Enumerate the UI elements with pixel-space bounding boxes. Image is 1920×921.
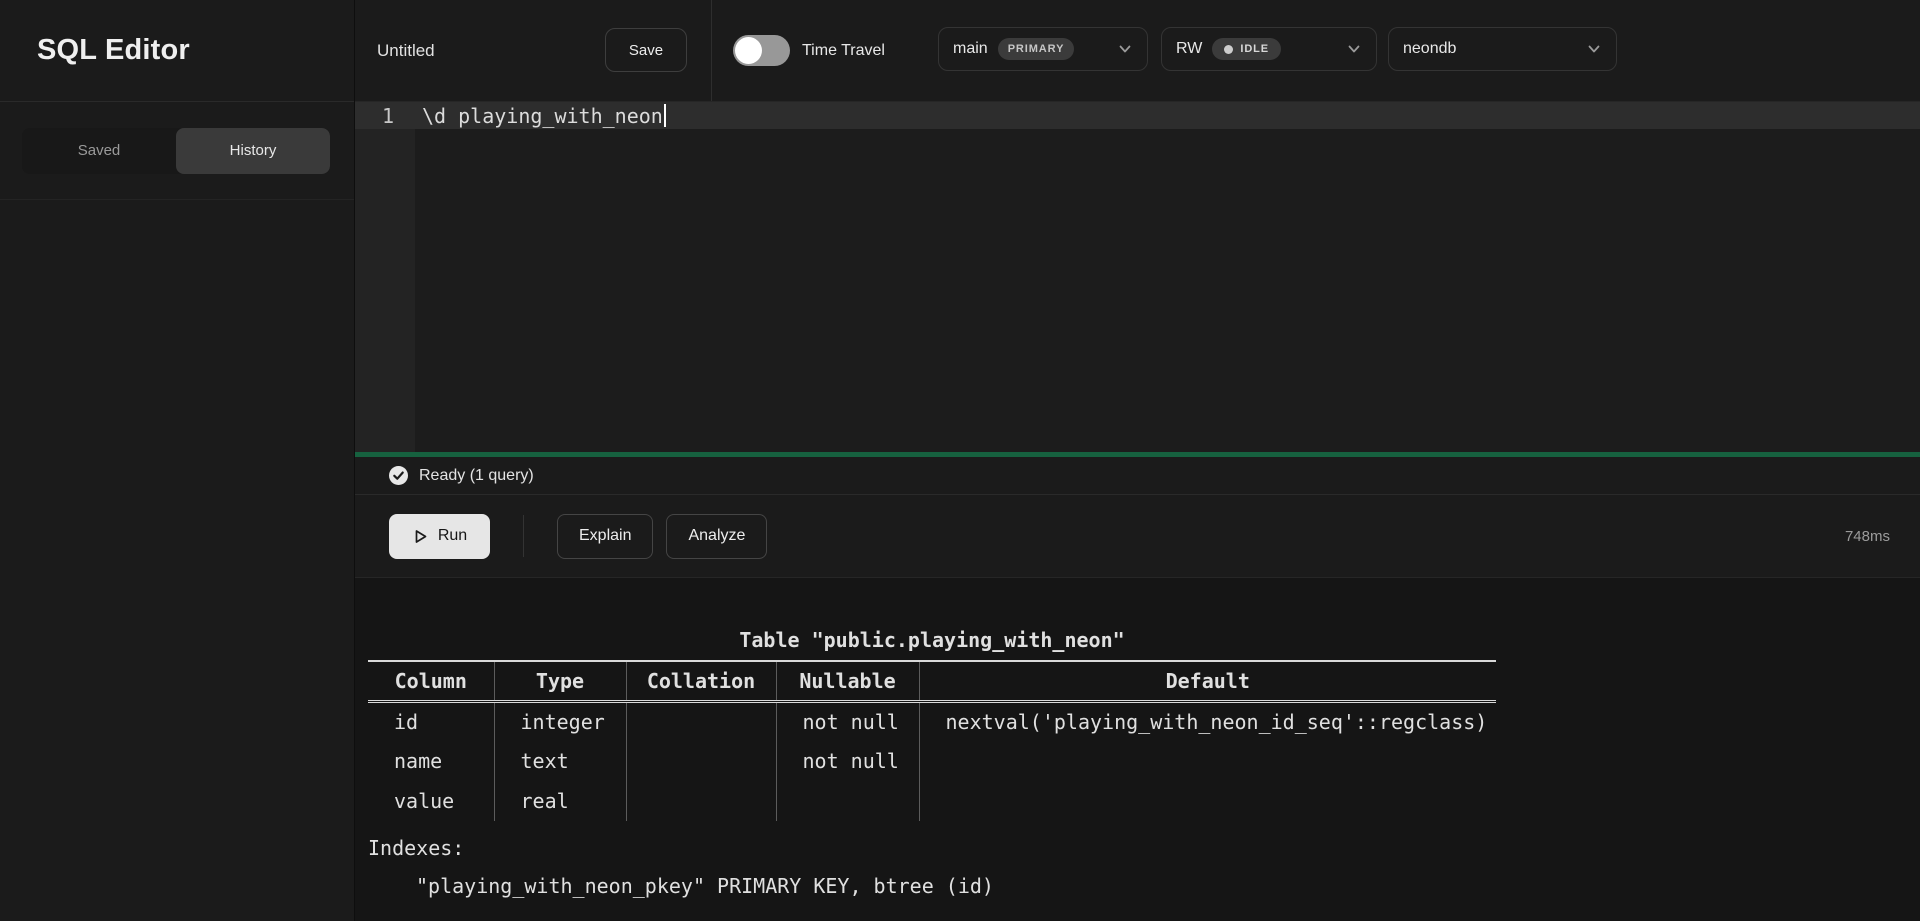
- table-cell: real: [494, 781, 626, 821]
- check-circle-icon: [388, 465, 409, 486]
- result-table: Column Type Collation Nullable Default i…: [368, 660, 1496, 821]
- primary-badge: PRIMARY: [998, 38, 1075, 60]
- actions-toolbar: Run Explain Analyze 748ms: [355, 495, 1920, 578]
- chevron-down-icon: [1117, 41, 1133, 57]
- table-cell: nextval('playing_with_neon_id_seq'::regc…: [919, 701, 1496, 741]
- editor-code-text: \d playing_with_neon: [415, 104, 663, 128]
- save-button[interactable]: Save: [605, 28, 687, 72]
- column-header: Nullable: [776, 661, 919, 701]
- endpoint-status: IDLE: [1240, 43, 1269, 55]
- tab-history[interactable]: History: [176, 128, 330, 174]
- tab-saved[interactable]: Saved: [22, 128, 176, 174]
- table-row: value real: [368, 781, 1496, 821]
- table-cell: name: [368, 741, 494, 781]
- topbar-divider: [711, 0, 712, 101]
- table-row: name text not null: [368, 741, 1496, 781]
- line-number: 1: [355, 104, 415, 128]
- sidebar-tabs-section: Saved History: [0, 102, 354, 200]
- saved-history-tabs: Saved History: [22, 128, 330, 174]
- column-header: Column: [368, 661, 494, 701]
- endpoint-name: RW: [1176, 40, 1202, 58]
- endpoint-select[interactable]: RW IDLE: [1161, 27, 1377, 71]
- editor-active-line[interactable]: 1 \d playing_with_neon: [355, 102, 1920, 129]
- play-icon: [412, 528, 429, 545]
- line-number-gutter: [355, 102, 415, 452]
- indexes-label: Indexes:: [368, 830, 1496, 866]
- table-row: id integer not null nextval('playing_wit…: [368, 701, 1496, 741]
- results-panel: Table "public.playing_with_neon" Column …: [355, 578, 1920, 921]
- table-cell: not null: [776, 701, 919, 741]
- topbar: Untitled Save Time Travel main PRIMARY R…: [355, 0, 1920, 102]
- status-message: Ready (1 query): [419, 467, 534, 485]
- table-cell: [626, 781, 776, 821]
- main-panel: Untitled Save Time Travel main PRIMARY R…: [355, 0, 1920, 921]
- table-cell: [776, 781, 919, 821]
- sidebar-header: SQL Editor: [0, 0, 354, 102]
- page-title: SQL Editor: [37, 34, 190, 67]
- table-header-row: Column Type Collation Nullable Default: [368, 661, 1496, 701]
- table-cell: [919, 741, 1496, 781]
- sql-editor[interactable]: 1 \d playing_with_neon: [355, 102, 1920, 452]
- toggle-knob-icon: [735, 37, 762, 64]
- actions-divider: [523, 515, 524, 557]
- chevron-down-icon: [1586, 41, 1602, 57]
- run-button[interactable]: Run: [389, 514, 490, 559]
- query-duration: 748ms: [1845, 528, 1890, 545]
- sidebar: SQL Editor Saved History: [0, 0, 355, 921]
- run-button-label: Run: [438, 527, 467, 545]
- table-cell: [626, 741, 776, 781]
- analyze-button[interactable]: Analyze: [666, 514, 767, 559]
- psql-output: Table "public.playing_with_neon" Column …: [368, 620, 1496, 906]
- table-cell: [626, 701, 776, 741]
- database-name: neondb: [1403, 40, 1456, 58]
- column-header: Type: [494, 661, 626, 701]
- column-header: Default: [919, 661, 1496, 701]
- branch-name: main: [953, 40, 988, 58]
- idle-status-pill: IDLE: [1212, 38, 1281, 60]
- table-cell: not null: [776, 741, 919, 781]
- time-travel-toggle[interactable]: [733, 35, 790, 66]
- table-cell: integer: [494, 701, 626, 741]
- chevron-down-icon: [1346, 41, 1362, 57]
- status-dot-icon: [1224, 45, 1233, 54]
- table-cell: id: [368, 701, 494, 741]
- status-bar: Ready (1 query): [355, 457, 1920, 495]
- branch-select[interactable]: main PRIMARY: [938, 27, 1148, 71]
- explain-button[interactable]: Explain: [557, 514, 653, 559]
- app-root: SQL Editor Saved History Untitled Save T…: [0, 0, 1920, 921]
- result-table-title: Table "public.playing_with_neon": [368, 620, 1496, 660]
- text-caret: [664, 104, 666, 127]
- time-travel-label: Time Travel: [802, 0, 885, 101]
- table-cell: [919, 781, 1496, 821]
- table-cell: text: [494, 741, 626, 781]
- query-title[interactable]: Untitled: [377, 0, 435, 101]
- column-header: Collation: [626, 661, 776, 701]
- table-cell: value: [368, 781, 494, 821]
- database-select[interactable]: neondb: [1388, 27, 1617, 71]
- index-definition: "playing_with_neon_pkey" PRIMARY KEY, bt…: [368, 866, 1496, 906]
